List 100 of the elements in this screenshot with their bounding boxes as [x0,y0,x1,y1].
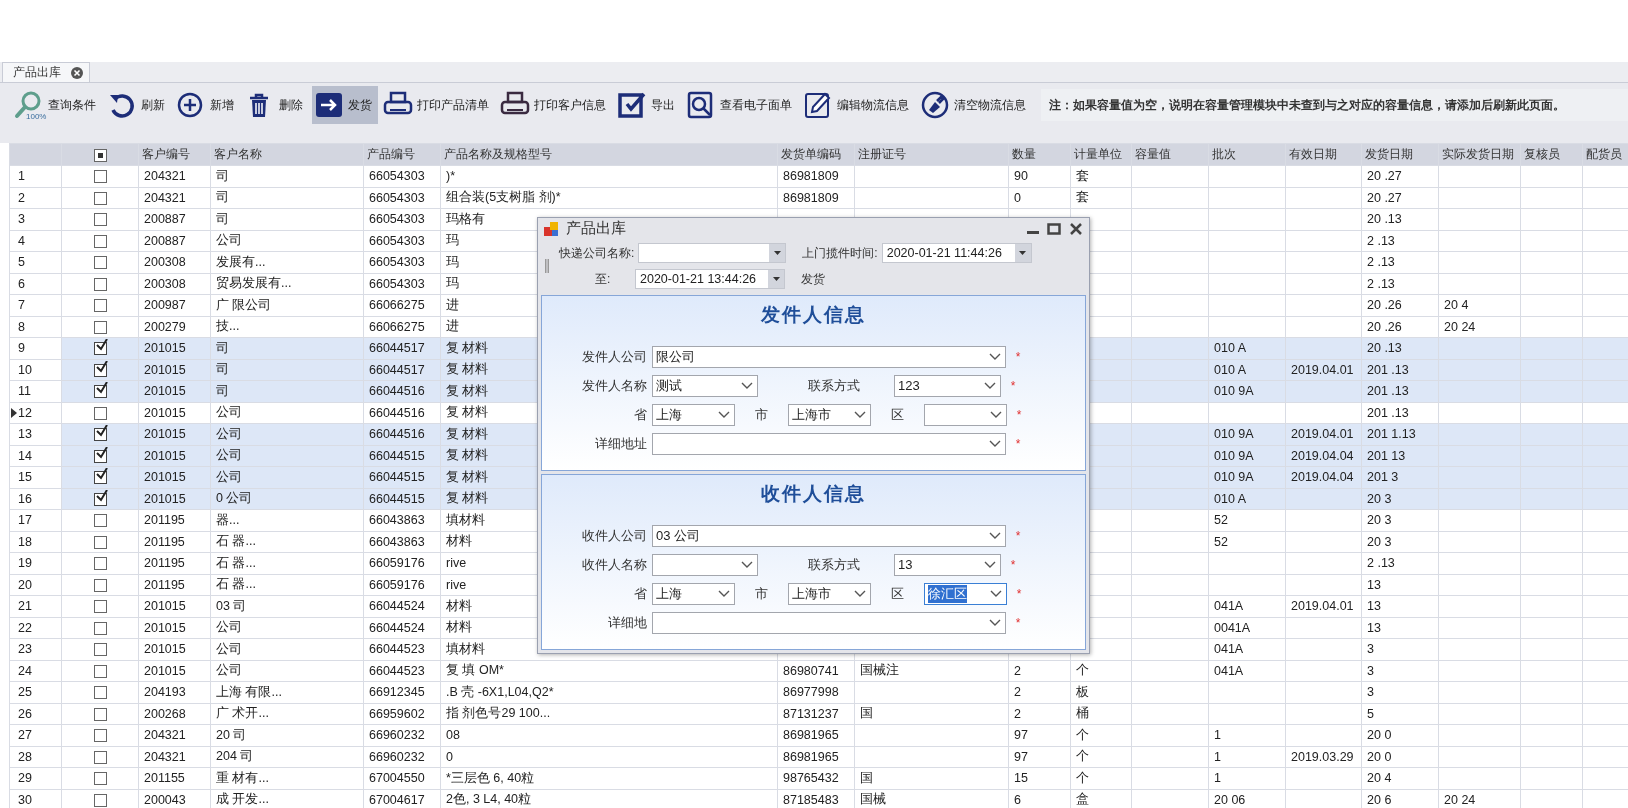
column-header[interactable]: 批次 [1212,147,1236,161]
row-header[interactable]: 26 [9,703,62,725]
dropdown-field[interactable] [924,403,1007,426]
dropdown-field[interactable] [652,432,1006,455]
dropdown-field[interactable]: 上海 [652,582,735,605]
row-header[interactable]: 13 [9,423,62,445]
row-checkbox[interactable] [93,256,107,270]
table-cell: 20 .26 [1367,319,1402,334]
dropdown-field[interactable]: 13 [894,553,1001,576]
row-header[interactable]: 29 [9,767,62,789]
column-header[interactable]: 注册证号 [858,147,906,161]
row-checkbox[interactable] [93,213,107,227]
tab[interactable]: 产品出库 [2,62,90,82]
row-header[interactable]: 5 [9,251,62,273]
row-checkbox[interactable] [93,578,107,592]
row-checkbox[interactable] [93,191,107,205]
row-checkbox[interactable] [93,664,107,678]
row-checkbox[interactable] [93,471,107,485]
row-header[interactable]: 14 [9,445,62,467]
row-header[interactable]: 4 [9,230,62,252]
row-header[interactable]: 3 [9,208,62,230]
toolbar-button[interactable]: 新增 [174,86,240,124]
dropdown-field[interactable] [652,553,758,576]
row-checkbox[interactable] [93,299,107,313]
row-header[interactable]: 20 [9,574,62,596]
row-checkbox[interactable] [93,793,107,807]
dropdown-field[interactable] [652,611,1006,634]
dropdown-field[interactable]: 123 [894,374,1001,397]
dropdown-field[interactable]: 上海市 [788,582,871,605]
row-header[interactable]: 8 [9,316,62,338]
row-header[interactable]: 16 [9,488,62,510]
row-header[interactable]: 28 [9,746,62,768]
row-header[interactable]: 15 [9,466,62,488]
toolbar-button[interactable]: 刷新 [105,86,171,124]
toolbar-button[interactable]: 删除 [243,86,309,124]
row-checkbox[interactable] [93,170,107,184]
row-header[interactable]: 1 [9,165,62,187]
dropdown-field[interactable]: 上海 [652,403,735,426]
row-checkbox[interactable] [93,234,107,248]
dropdown-field[interactable]: 2020-01-21 13:44:26 [635,269,785,289]
dropdown-field[interactable]: 03 公司 [652,524,1006,547]
row-header[interactable]: 22 [9,617,62,639]
toolbar-button[interactable]: 打印客户信息 [498,86,612,124]
row-header[interactable]: 25 [9,681,62,703]
row-header[interactable]: 9 [9,337,62,359]
row-checkbox[interactable] [93,320,107,334]
row-header[interactable]: 12 [9,402,62,424]
minimize-icon [1027,230,1039,234]
row-header[interactable]: 19 [9,552,62,574]
table-cell: 成 开发... [216,792,269,807]
select-all-checkbox[interactable] [93,148,107,162]
toolbar-button[interactable]: 清空物流信息 [918,86,1032,124]
row-header[interactable]: 23 [9,638,62,660]
row-header[interactable]: 11 [9,380,62,402]
dropdown-field[interactable] [638,243,787,263]
row-checkbox[interactable] [93,342,107,356]
row-checkbox[interactable] [93,449,107,463]
toolbar-button[interactable]: 导出 [615,86,681,124]
row-header[interactable]: 18 [9,531,62,553]
toolbar-button[interactable]: 打印产品清单 [381,86,495,124]
row-checkbox[interactable] [93,277,107,291]
row-checkbox[interactable] [93,492,107,506]
row-checkbox[interactable] [93,750,107,764]
row-checkbox[interactable] [93,385,107,399]
dropdown-field[interactable]: 限公司 [652,345,1006,368]
field-label: 联系方式 [807,555,861,574]
row-checkbox[interactable] [93,535,107,549]
row-header[interactable]: 10 [9,359,62,381]
row-checkbox[interactable] [93,557,107,571]
row-checkbox[interactable] [93,772,107,786]
row-header[interactable]: 7 [9,294,62,316]
row-checkbox[interactable] [93,514,107,528]
row-header[interactable]: 24 [9,660,62,682]
dropdown-field[interactable]: 测试 [652,374,758,397]
column-header[interactable]: 客户名称 [214,147,262,161]
table-cell: rive [446,556,467,571]
row-checkbox[interactable] [93,686,107,700]
dropdown-field[interactable]: 上海市 [788,403,871,426]
row-checkbox[interactable] [93,643,107,657]
row-number: 26 [18,706,32,721]
row-checkbox[interactable] [93,707,107,721]
row-checkbox[interactable] [93,600,107,614]
dropdown-field[interactable]: 徐汇区 [924,582,1007,605]
toolbar-button[interactable]: 100% 查询条件 [12,86,102,124]
toolbar-button[interactable]: 编辑物流信息 [801,86,915,124]
row-checkbox[interactable] [93,729,107,743]
row-header[interactable]: 6 [9,273,62,295]
row-header[interactable]: 21 [9,595,62,617]
row-header[interactable]: 17 [9,509,62,531]
dropdown-field[interactable]: 2020-01-21 11:44:26 [881,243,1032,263]
row-header[interactable]: 27 [9,724,62,746]
row-checkbox[interactable] [93,406,107,420]
ship-button[interactable]: 发货 [795,270,831,288]
row-checkbox[interactable] [93,621,107,635]
toolbar-button[interactable]: 发货 [312,86,378,124]
column-header[interactable]: 产品名称及规格型号 [444,147,552,161]
toolbar-button[interactable]: 查看电子面单 [684,86,798,124]
row-checkbox[interactable] [93,363,107,377]
row-header[interactable]: 2 [9,187,62,209]
row-checkbox[interactable] [93,428,107,442]
